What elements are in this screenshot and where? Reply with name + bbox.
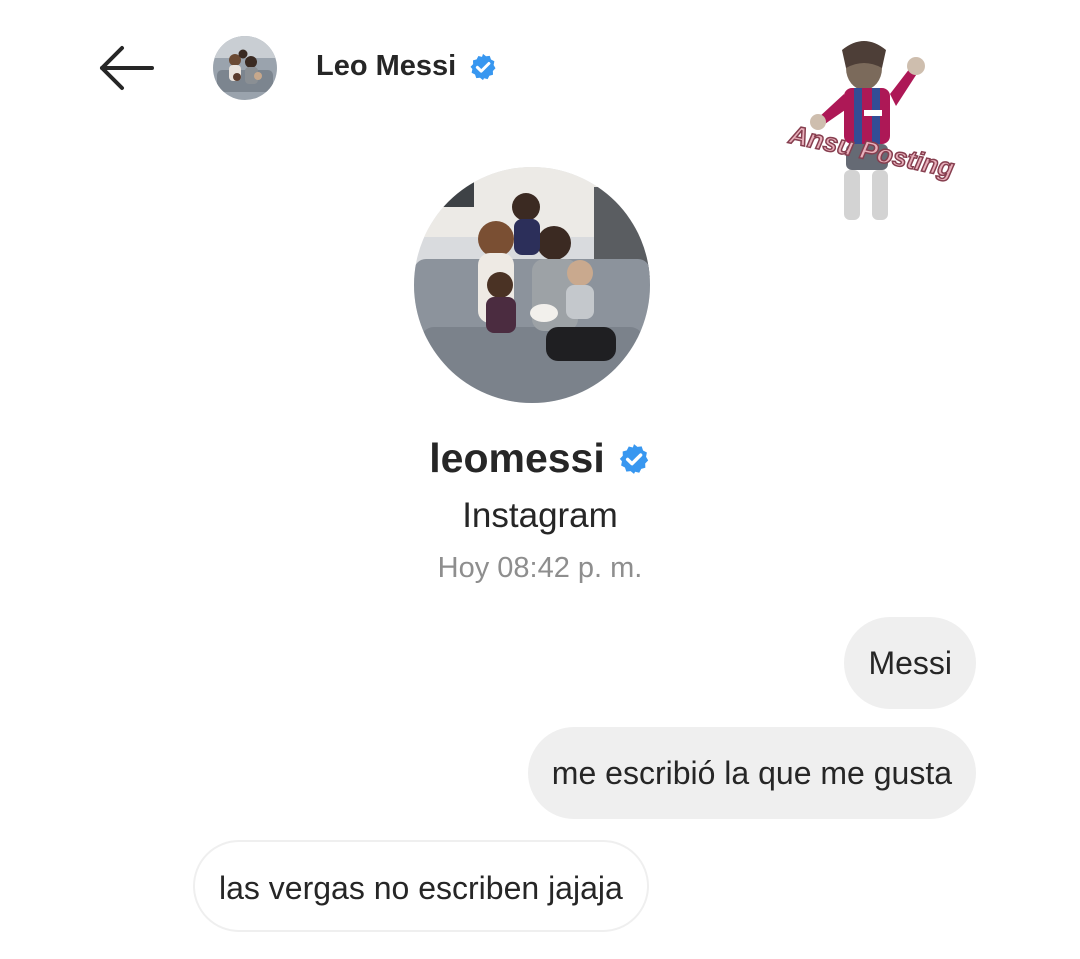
- profile-subtitle: Instagram: [462, 496, 618, 535]
- family-photo-icon: [213, 36, 277, 100]
- profile-username-row: leomessi: [0, 435, 1080, 482]
- family-photo-icon: [414, 167, 650, 403]
- contact-name: Leo Messi: [316, 50, 457, 82]
- player-sticker-icon: Ansu Posting: [785, 41, 958, 220]
- header-title[interactable]: Leo Messi: [316, 50, 498, 83]
- message-bubble-received[interactable]: las vergas no escriben jajaja: [193, 840, 649, 932]
- verified-badge-icon: [470, 53, 496, 80]
- message-bubble-sent[interactable]: me escribió la que me gusta: [527, 727, 976, 819]
- back-button[interactable]: [96, 42, 158, 94]
- header-avatar[interactable]: [213, 36, 277, 100]
- arrow-left-icon: [100, 46, 154, 90]
- verified-badge-icon: [619, 443, 648, 474]
- message-bubble-sent[interactable]: Messi: [844, 617, 976, 709]
- message-timestamp: Hoy 08:42 p. m.: [437, 552, 643, 584]
- profile-username: leomessi: [429, 435, 605, 481]
- profile-photo[interactable]: [414, 167, 650, 403]
- watermark-sticker: Ansu Posting: [760, 28, 980, 228]
